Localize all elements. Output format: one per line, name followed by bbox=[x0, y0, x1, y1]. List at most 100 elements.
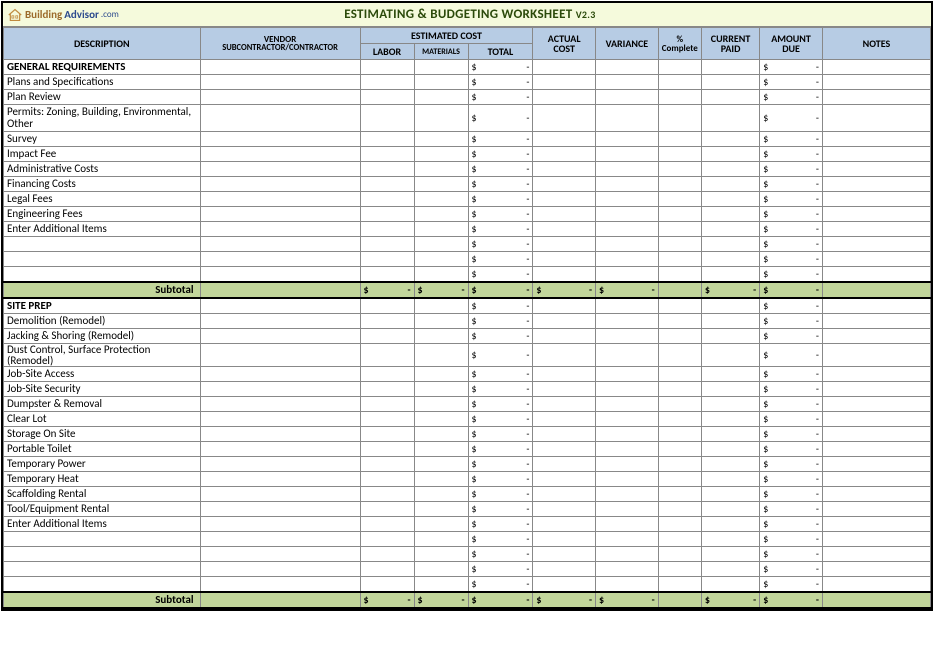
cell-actual[interactable] bbox=[533, 237, 596, 252]
cell-materials[interactable] bbox=[414, 192, 468, 207]
cell-description[interactable]: Demolition (Remodel) bbox=[4, 314, 201, 329]
cell-paid[interactable] bbox=[701, 344, 759, 367]
cell-complete[interactable] bbox=[658, 532, 701, 547]
cell-vendor[interactable] bbox=[200, 547, 360, 562]
cell-description[interactable]: Scaffolding Rental bbox=[4, 487, 201, 502]
cell-materials[interactable] bbox=[414, 502, 468, 517]
cell-due[interactable]: $- bbox=[760, 532, 823, 547]
cell-complete[interactable] bbox=[658, 207, 701, 222]
cell-vendor[interactable] bbox=[200, 207, 360, 222]
cell-due[interactable]: $- bbox=[760, 90, 823, 105]
cell-materials[interactable] bbox=[414, 267, 468, 283]
cell-total[interactable]: $- bbox=[468, 457, 533, 472]
cell-notes[interactable] bbox=[822, 207, 930, 222]
cell-due[interactable]: $- bbox=[760, 547, 823, 562]
cell-paid[interactable] bbox=[701, 577, 759, 593]
cell-materials[interactable] bbox=[414, 517, 468, 532]
cell-labor[interactable] bbox=[360, 427, 414, 442]
cell-actual[interactable] bbox=[533, 192, 596, 207]
cell-actual[interactable] bbox=[533, 397, 596, 412]
cell-total[interactable]: $- bbox=[468, 105, 533, 132]
cell-materials[interactable] bbox=[414, 75, 468, 90]
cell-paid[interactable] bbox=[701, 75, 759, 90]
cell-labor[interactable] bbox=[360, 382, 414, 397]
cell-labor[interactable] bbox=[360, 577, 414, 593]
cell-description[interactable]: Storage On Site bbox=[4, 427, 201, 442]
cell-materials[interactable] bbox=[414, 442, 468, 457]
cell-description[interactable]: Financing Costs bbox=[4, 177, 201, 192]
cell-due[interactable]: $- bbox=[760, 252, 823, 267]
cell-due[interactable]: $- bbox=[760, 147, 823, 162]
cell-due[interactable]: $- bbox=[760, 397, 823, 412]
cell-notes[interactable] bbox=[822, 162, 930, 177]
cell-description[interactable]: Administrative Costs bbox=[4, 162, 201, 177]
cell-total[interactable]: $- bbox=[468, 90, 533, 105]
cell-complete[interactable] bbox=[658, 329, 701, 344]
cell-variance[interactable] bbox=[596, 237, 659, 252]
cell-materials[interactable] bbox=[414, 222, 468, 237]
cell-notes[interactable] bbox=[822, 344, 930, 367]
cell-notes[interactable] bbox=[822, 562, 930, 577]
cell-labor[interactable] bbox=[360, 162, 414, 177]
subtotal-variance[interactable]: $- bbox=[596, 592, 659, 608]
cell-labor[interactable] bbox=[360, 442, 414, 457]
cell-description[interactable]: Permits: Zoning, Building, Environmental… bbox=[4, 105, 201, 132]
cell-complete[interactable] bbox=[658, 367, 701, 382]
subtotal-paid[interactable]: $- bbox=[701, 282, 759, 298]
subtotal-due[interactable]: $- bbox=[760, 282, 823, 298]
cell-due[interactable]: $- bbox=[760, 472, 823, 487]
cell-due[interactable]: $- bbox=[760, 487, 823, 502]
cell-total[interactable]: $- bbox=[468, 502, 533, 517]
cell-due[interactable]: $- bbox=[760, 562, 823, 577]
cell-total[interactable]: $- bbox=[468, 298, 533, 314]
cell-due[interactable]: $- bbox=[760, 237, 823, 252]
cell-vendor[interactable] bbox=[200, 237, 360, 252]
cell-notes[interactable] bbox=[822, 397, 930, 412]
cell-variance[interactable] bbox=[596, 412, 659, 427]
cell-total[interactable]: $- bbox=[468, 517, 533, 532]
cell-paid[interactable] bbox=[701, 207, 759, 222]
cell-labor[interactable] bbox=[360, 177, 414, 192]
cell-paid[interactable] bbox=[701, 502, 759, 517]
cell-complete[interactable] bbox=[658, 412, 701, 427]
cell-due[interactable]: $- bbox=[760, 132, 823, 147]
cell-notes[interactable] bbox=[822, 222, 930, 237]
subtotal-labor[interactable]: $- bbox=[360, 282, 414, 298]
cell-materials[interactable] bbox=[414, 532, 468, 547]
cell-description[interactable]: Impact Fee bbox=[4, 147, 201, 162]
cell-complete[interactable] bbox=[658, 237, 701, 252]
cell-variance[interactable] bbox=[596, 105, 659, 132]
cell-paid[interactable] bbox=[701, 329, 759, 344]
cell-vendor[interactable] bbox=[200, 457, 360, 472]
cell-description[interactable] bbox=[4, 532, 201, 547]
cell-vendor[interactable] bbox=[200, 329, 360, 344]
cell-vendor[interactable] bbox=[200, 382, 360, 397]
cell-complete[interactable] bbox=[658, 105, 701, 132]
cell-complete[interactable] bbox=[658, 147, 701, 162]
cell-labor[interactable] bbox=[360, 329, 414, 344]
cell-variance[interactable] bbox=[596, 162, 659, 177]
cell-materials[interactable] bbox=[414, 60, 468, 75]
cell-notes[interactable] bbox=[822, 532, 930, 547]
cell-actual[interactable] bbox=[533, 75, 596, 90]
cell-actual[interactable] bbox=[533, 502, 596, 517]
cell-labor[interactable] bbox=[360, 487, 414, 502]
cell-variance[interactable] bbox=[596, 207, 659, 222]
cell-description[interactable]: Dumpster & Removal bbox=[4, 397, 201, 412]
cell-materials[interactable] bbox=[414, 329, 468, 344]
cell-complete[interactable] bbox=[658, 192, 701, 207]
cell-notes[interactable] bbox=[822, 427, 930, 442]
cell-materials[interactable] bbox=[414, 207, 468, 222]
cell-labor[interactable] bbox=[360, 502, 414, 517]
cell-materials[interactable] bbox=[414, 237, 468, 252]
cell-notes[interactable] bbox=[822, 412, 930, 427]
cell-complete[interactable] bbox=[658, 457, 701, 472]
cell-variance[interactable] bbox=[596, 192, 659, 207]
cell-notes[interactable] bbox=[822, 147, 930, 162]
cell-total[interactable]: $- bbox=[468, 367, 533, 382]
cell-paid[interactable] bbox=[701, 547, 759, 562]
cell-paid[interactable] bbox=[701, 397, 759, 412]
cell-description[interactable]: Temporary Heat bbox=[4, 472, 201, 487]
cell-vendor[interactable] bbox=[200, 412, 360, 427]
cell-labor[interactable] bbox=[360, 132, 414, 147]
